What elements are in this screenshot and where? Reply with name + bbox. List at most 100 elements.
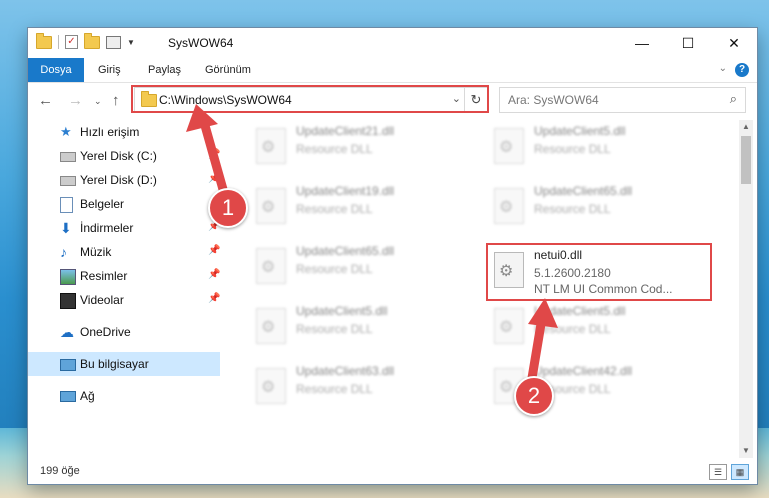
window-controls: — ☐ ✕	[619, 28, 757, 58]
step-2-badge: 2	[514, 376, 554, 416]
star-icon: ★	[60, 124, 72, 139]
drive-icon	[60, 152, 76, 162]
tab-share[interactable]: Paylaş	[148, 58, 181, 82]
sidebar-item-this-pc[interactable]: Bu bilgisayar	[28, 352, 220, 376]
video-icon	[60, 293, 76, 309]
file-description: Resource DLL	[534, 202, 611, 216]
address-highlight-box	[131, 85, 489, 113]
new-folder-icon[interactable]	[84, 32, 100, 49]
file-name: UpdateClient5.dll	[534, 124, 626, 138]
file-description: Resource DLL	[296, 142, 373, 156]
file-name: UpdateClient65.dll	[296, 244, 395, 258]
file-name: UpdateClient42.dll	[534, 364, 633, 378]
ribbon-tabs: Dosya Giriş Paylaş Görünüm ⌄ ?	[28, 58, 757, 83]
sidebar-item-onedrive[interactable]: ☁ OneDrive	[28, 320, 220, 344]
maximize-button[interactable]: ☐	[665, 28, 711, 58]
navigation-bar: ← → ⌄ ↑ C:\Windows\SysWOW64 ⌄ ↻ Ara: Sys…	[28, 83, 757, 117]
up-arrow-icon[interactable]: ↑	[112, 92, 120, 109]
dll-file-icon	[256, 248, 286, 284]
tab-home[interactable]: Giriş	[98, 58, 121, 82]
sidebar-item-label: Resimler	[80, 269, 128, 283]
dll-file-icon	[256, 308, 286, 344]
title-bar: ✓ ▼ SysWOW64 — ☐ ✕	[28, 28, 757, 58]
file-tile[interactable]: UpdateClient5.dll Resource DLL	[486, 300, 706, 350]
minimize-button[interactable]: —	[619, 28, 665, 58]
sidebar-item-disk-d[interactable]: Yerel Disk (D:) 📌	[28, 168, 220, 192]
network-icon	[60, 391, 76, 402]
computer-icon	[60, 359, 76, 371]
drive-icon	[60, 176, 76, 186]
pin-icon[interactable]: 📌	[208, 149, 220, 160]
pin-icon[interactable]: 📌	[208, 293, 220, 304]
file-tile[interactable]: UpdateClient19.dll Resource DLL	[248, 180, 468, 230]
details-view-icon[interactable]: ☰	[709, 464, 727, 480]
file-description: Resource DLL	[534, 142, 611, 156]
close-button[interactable]: ✕	[711, 28, 757, 58]
back-arrow-icon[interactable]: ←	[38, 92, 53, 109]
file-description: Resource DLL	[296, 322, 373, 336]
file-name: UpdateClient5.dll	[296, 304, 388, 318]
file-name: UpdateClient21.dll	[296, 124, 395, 138]
tiles-view-icon[interactable]: ▦	[731, 464, 749, 480]
pictures-icon	[60, 269, 76, 285]
file-tile[interactable]: UpdateClient65.dll Resource DLL	[248, 240, 468, 290]
properties-check-icon[interactable]: ✓	[65, 35, 78, 49]
file-tile[interactable]: UpdateClient65.dll Resource DLL	[486, 180, 706, 230]
dll-file-icon	[494, 308, 524, 344]
file-tile[interactable]: UpdateClient63.dll Resource DLL	[248, 360, 468, 410]
file-explorer-window: ✓ ▼ SysWOW64 — ☐ ✕ Dosya Giriş Paylaş Gö…	[28, 28, 757, 484]
sidebar-item-label: Belgeler	[80, 197, 125, 211]
file-tile[interactable]: UpdateClient5.dll Resource DLL	[486, 120, 706, 170]
sidebar-item-label: Yerel Disk (C:)	[80, 149, 157, 163]
sidebar-item-disk-c[interactable]: Yerel Disk (C:) 📌	[28, 144, 220, 168]
file-description: Resource DLL	[296, 202, 373, 216]
sidebar-item-network[interactable]: Ağ	[28, 384, 220, 408]
file-name: UpdateClient19.dll	[296, 184, 395, 198]
music-icon: ♪	[60, 244, 67, 260]
forward-arrow-icon[interactable]: →	[68, 92, 83, 109]
pin-icon[interactable]: 📌	[208, 269, 220, 280]
item-count: 199 öğe	[40, 465, 80, 477]
view-toggle: ☰ ▦	[709, 464, 749, 480]
documents-icon	[60, 197, 73, 213]
sidebar-item-label: İndirmeler	[80, 221, 134, 235]
quick-access-toolbar: ✓ ▼	[36, 32, 135, 49]
customize-icon[interactable]	[106, 35, 121, 49]
cloud-icon: ☁	[60, 324, 74, 340]
expand-ribbon-icon[interactable]: ⌄	[719, 63, 727, 74]
pin-icon[interactable]: 📌	[208, 173, 220, 184]
sidebar-item-pictures[interactable]: Resimler 📌	[28, 264, 220, 288]
download-icon: ⬇	[60, 220, 72, 236]
recent-locations-icon[interactable]: ⌄	[94, 96, 102, 107]
tab-view[interactable]: Görünüm	[205, 58, 251, 82]
file-name: UpdateClient63.dll	[296, 364, 395, 378]
dll-file-icon	[256, 368, 286, 404]
status-bar: 199 öğe ☰ ▦	[28, 460, 757, 484]
sidebar-item-documents[interactable]: Belgeler 📌	[28, 192, 220, 216]
scroll-down-icon[interactable]: ▼	[739, 444, 753, 458]
search-box[interactable]: Ara: SysWOW64 ⌕	[499, 87, 746, 113]
sidebar-item-label: Ağ	[80, 389, 95, 403]
sidebar-item-downloads[interactable]: ⬇ İndirmeler 📌	[28, 216, 220, 240]
dll-file-icon	[256, 188, 286, 224]
sidebar-item-quick-access[interactable]: ★ Hızlı erişim	[28, 120, 220, 144]
sidebar-item-label: Müzik	[80, 245, 112, 259]
file-description: Resource DLL	[296, 262, 373, 276]
chevron-down-icon[interactable]: ▼	[127, 38, 135, 47]
vertical-scrollbar[interactable]: ▲ ▼	[739, 120, 753, 458]
file-name: UpdateClient5.dll	[534, 304, 626, 318]
file-description: Resource DLL	[534, 322, 611, 336]
sidebar-item-music[interactable]: ♪ Müzik 📌	[28, 240, 220, 264]
file-description: Resource DLL	[296, 382, 373, 396]
sidebar-item-videos[interactable]: Videolar 📌	[28, 288, 220, 312]
file-tile[interactable]: UpdateClient5.dll Resource DLL	[248, 300, 468, 350]
pin-icon[interactable]: 📌	[208, 245, 220, 256]
help-icon[interactable]: ?	[735, 63, 749, 77]
sidebar-item-label: Yerel Disk (D:)	[80, 173, 157, 187]
search-icon[interactable]: ⌕	[730, 91, 737, 107]
file-tile[interactable]: UpdateClient21.dll Resource DLL	[248, 120, 468, 170]
search-input[interactable]: Ara: SysWOW64	[508, 93, 599, 107]
scroll-up-icon[interactable]: ▲	[739, 120, 753, 134]
tab-file[interactable]: Dosya	[28, 58, 84, 82]
scroll-thumb[interactable]	[741, 136, 751, 184]
